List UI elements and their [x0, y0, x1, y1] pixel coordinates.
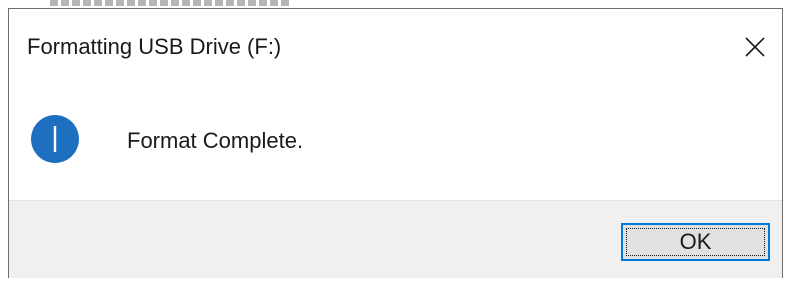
dialog-title: Formatting USB Drive (F:): [27, 34, 282, 59]
dialog-titlebar[interactable]: Formatting USB Drive (F:): [9, 9, 782, 85]
status-message: Format Complete.: [127, 128, 304, 153]
dialog-content: Format Complete.: [9, 85, 782, 200]
format-complete-dialog: Formatting USB Drive (F:) Format Complet…: [8, 8, 783, 278]
ok-button-label: OK: [679, 229, 712, 254]
info-icon: [31, 115, 79, 163]
close-icon: [745, 37, 765, 57]
ok-button[interactable]: OK: [621, 223, 770, 261]
dialog-footer: OK: [9, 200, 782, 278]
background-window-fragment: [50, 0, 290, 6]
close-button[interactable]: [732, 25, 778, 69]
